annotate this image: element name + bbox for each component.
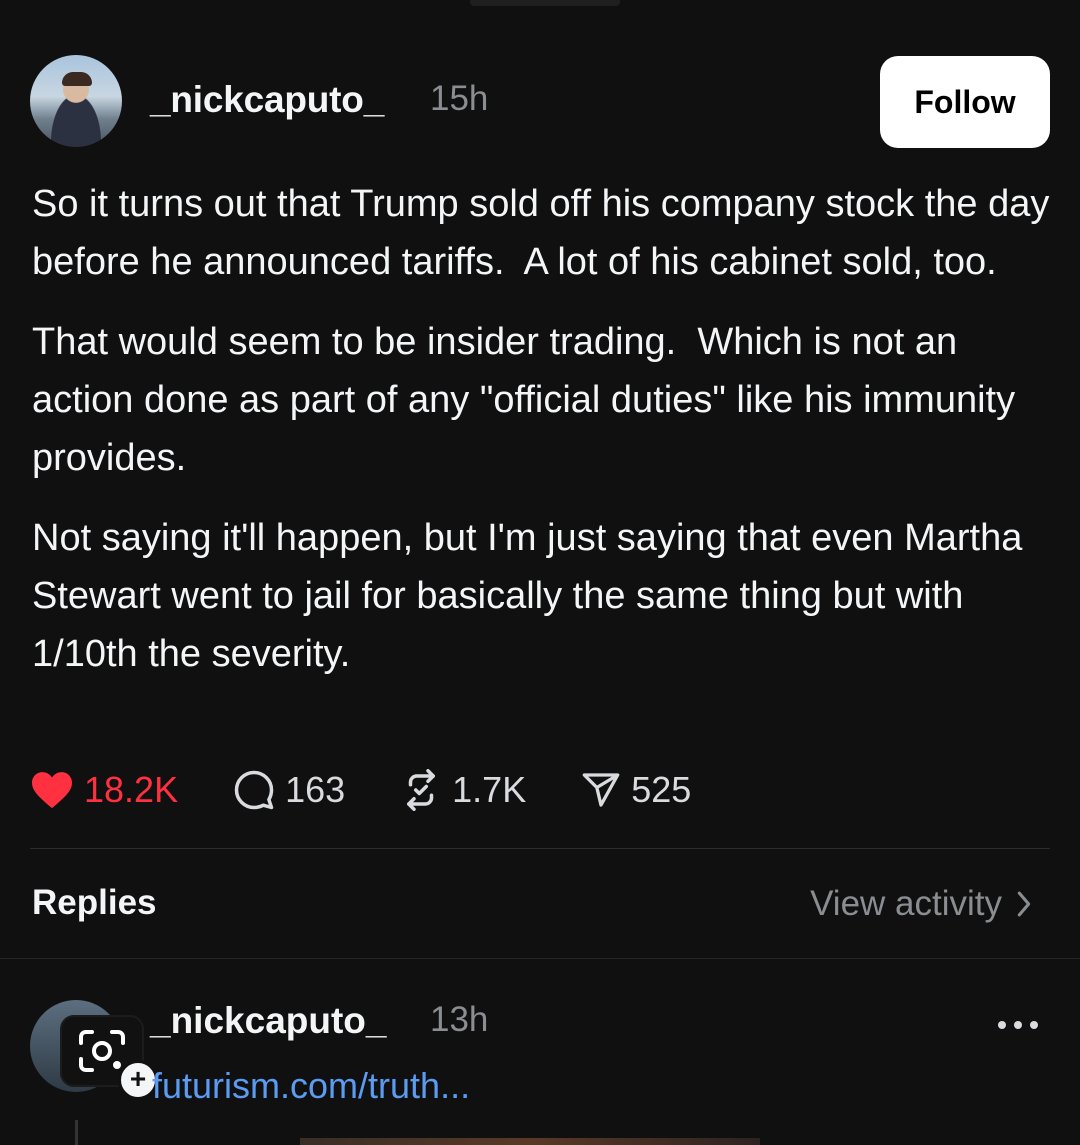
post-header: _nickcaputo_ 15h Follow: [30, 55, 1050, 150]
comment-button[interactable]: 163: [233, 769, 345, 811]
heart-icon: [32, 772, 72, 809]
more-options-icon[interactable]: [998, 1015, 1038, 1035]
replies-heading: Replies: [32, 883, 157, 922]
top-edge-fragment: [470, 0, 620, 6]
replies-divider: [0, 958, 1080, 959]
comment-count: 163: [285, 769, 346, 810]
post-actions-bar: 18.2K 163 1.7K 525: [30, 765, 790, 815]
repost-icon: [407, 769, 436, 811]
post-timestamp: 15h: [430, 79, 489, 118]
reply-item: + _nickcaputo_ 13h futurism.com/truth...: [30, 995, 1050, 1145]
reply-timestamp: 13h: [430, 1000, 489, 1039]
repost-count: 1.7K: [452, 769, 527, 810]
share-count: 525: [631, 769, 692, 810]
post-body: So it turns out that Trump sold off his …: [32, 175, 1052, 705]
image-preview-edge: [300, 1138, 760, 1145]
chevron-right-icon: [1017, 891, 1031, 917]
follow-button[interactable]: Follow: [880, 56, 1050, 148]
comment-icon: [234, 770, 274, 810]
post-paragraph-1: So it turns out that Trump sold off his …: [32, 183, 1060, 283]
thread-line: [75, 1120, 78, 1145]
lens-icon: [79, 1030, 125, 1072]
repost-button[interactable]: 1.7K: [400, 769, 526, 811]
post-paragraph-2: That would seem to be insider trading. W…: [32, 321, 1026, 479]
send-icon: [582, 773, 620, 807]
reply-link[interactable]: futurism.com/truth...: [152, 1065, 470, 1107]
section-divider: [30, 848, 1050, 849]
reply-username[interactable]: _nickcaputo_: [150, 1000, 386, 1042]
post-paragraph-3: Not saying it'll happen, but I'm just sa…: [32, 517, 1033, 675]
like-count: 18.2K: [84, 769, 179, 810]
author-username[interactable]: _nickcaputo_: [150, 79, 384, 121]
view-activity-link[interactable]: View activity: [810, 884, 1032, 924]
share-button[interactable]: 525: [581, 769, 691, 811]
view-activity-label: View activity: [810, 884, 1002, 923]
like-button[interactable]: 18.2K: [30, 769, 178, 811]
author-avatar[interactable]: [30, 55, 122, 147]
